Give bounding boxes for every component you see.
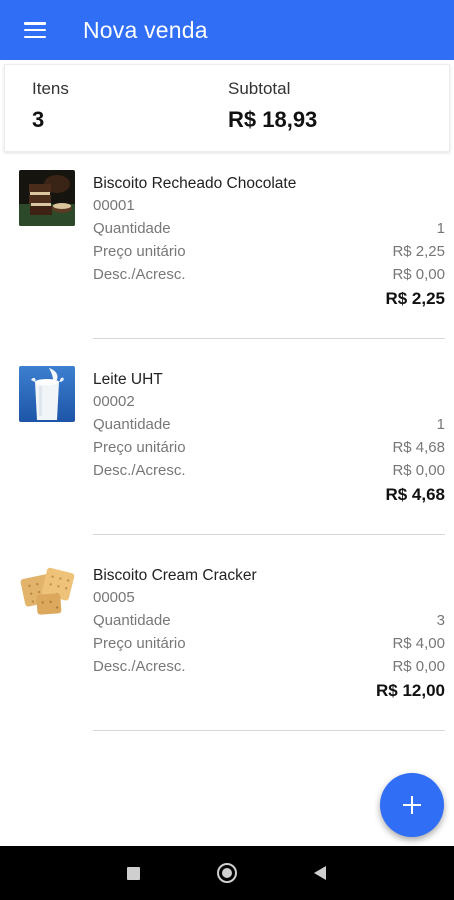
back-button[interactable]	[307, 860, 333, 886]
unit-price-label: Preço unitário	[93, 243, 186, 260]
sale-summary-card: Itens 3 Subtotal R$ 18,93	[4, 64, 450, 152]
subtotal-block: Subtotal R$ 18,93	[228, 79, 317, 133]
quantity-value: 3	[436, 612, 445, 629]
list-item[interactable]: Biscoito Cream Cracker 00005 Quantidade …	[0, 552, 454, 748]
page-title: Nova venda	[83, 16, 208, 43]
quantity-label: Quantidade	[93, 416, 171, 433]
items-count-block: Itens 3	[32, 79, 69, 133]
list-item[interactable]: Biscoito Recheado Chocolate 00001 Quanti…	[0, 160, 454, 356]
sale-items-list: Biscoito Recheado Chocolate 00001 Quanti…	[0, 160, 454, 748]
quantity-row: Quantidade 1	[93, 217, 445, 240]
unit-price-value: R$ 2,25	[392, 243, 445, 260]
home-button[interactable]	[214, 860, 240, 886]
item-code: 00002	[93, 393, 135, 410]
discount-value: R$ 0,00	[392, 266, 445, 283]
subtotal-value: R$ 18,93	[228, 107, 318, 132]
triangle-back-icon	[314, 866, 326, 880]
unit-price-label: Preço unitário	[93, 635, 186, 652]
unit-price-row: Preço unitário R$ 4,68	[93, 436, 445, 459]
hamburger-menu-icon	[24, 22, 46, 38]
item-total: R$ 2,25	[385, 289, 445, 308]
unit-price-value: R$ 4,00	[392, 635, 445, 652]
discount-label: Desc./Acresc.	[93, 462, 186, 479]
item-name: Biscoito Cream Cracker	[93, 567, 257, 584]
quantity-row: Quantidade 1	[93, 413, 445, 436]
item-divider	[93, 534, 445, 535]
item-info: Leite UHT 00002 Quantidade 1 Preço unitá…	[93, 370, 445, 507]
item-code: 00001	[93, 197, 135, 214]
item-total: R$ 12,00	[376, 681, 445, 700]
quantity-value: 1	[436, 220, 445, 237]
discount-value: R$ 0,00	[392, 658, 445, 675]
item-total: R$ 4,68	[385, 485, 445, 504]
quantity-label: Quantidade	[93, 220, 171, 237]
item-divider	[93, 338, 445, 339]
quantity-value: 1	[436, 416, 445, 433]
system-nav-bar	[0, 846, 454, 900]
circle-home-icon	[217, 863, 237, 883]
discount-label: Desc./Acresc.	[93, 266, 186, 283]
discount-label: Desc./Acresc.	[93, 658, 186, 675]
items-count: 3	[32, 107, 45, 132]
item-code: 00005	[93, 589, 135, 606]
item-name: Leite UHT	[93, 371, 163, 388]
unit-price-row: Preço unitário R$ 4,00	[93, 632, 445, 655]
unit-price-value: R$ 4,68	[392, 439, 445, 456]
product-image-milk	[19, 366, 75, 422]
discount-row: Desc./Acresc. R$ 0,00	[93, 459, 445, 482]
product-image-cream-cracker	[19, 562, 75, 618]
product-image-chocolate-cookies	[19, 170, 75, 226]
unit-price-label: Preço unitário	[93, 439, 186, 456]
square-recent-apps-icon	[126, 866, 140, 880]
plus-icon	[403, 796, 421, 814]
item-divider	[93, 730, 445, 731]
discount-row: Desc./Acresc. R$ 0,00	[93, 263, 445, 286]
discount-value: R$ 0,00	[392, 462, 445, 479]
add-item-button[interactable]	[380, 773, 444, 837]
item-info: Biscoito Cream Cracker 00005 Quantidade …	[93, 566, 445, 703]
recent-apps-button[interactable]	[120, 860, 146, 886]
subtotal-label: Subtotal	[228, 79, 291, 98]
discount-row: Desc./Acresc. R$ 0,00	[93, 655, 445, 678]
unit-price-row: Preço unitário R$ 2,25	[93, 240, 445, 263]
app-bar: Nova venda	[0, 0, 454, 60]
quantity-row: Quantidade 3	[93, 609, 445, 632]
list-item[interactable]: Leite UHT 00002 Quantidade 1 Preço unitá…	[0, 356, 454, 552]
item-name: Biscoito Recheado Chocolate	[93, 175, 297, 192]
quantity-label: Quantidade	[93, 612, 171, 629]
items-label: Itens	[32, 79, 69, 98]
item-info: Biscoito Recheado Chocolate 00001 Quanti…	[93, 174, 445, 311]
menu-button[interactable]	[13, 8, 57, 52]
